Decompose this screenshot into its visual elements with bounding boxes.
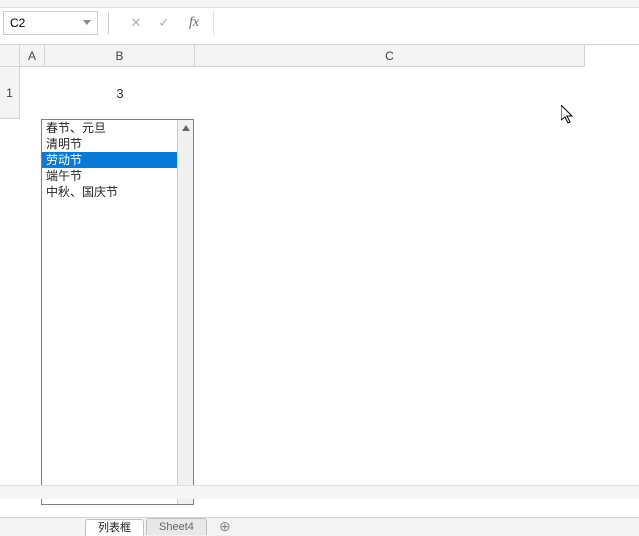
divider	[108, 12, 109, 34]
ribbon-stub	[0, 0, 639, 8]
new-sheet-button[interactable]: ⊕	[215, 518, 235, 535]
cell-canvas[interactable]: 3 春节、元旦清明节劳动节端午节中秋、国庆节	[20, 67, 639, 517]
list-item[interactable]: 端午节	[42, 168, 177, 184]
column-headers: ABC	[20, 45, 585, 67]
cancel-icon[interactable]: ✕	[127, 14, 145, 32]
horizontal-scrollbar[interactable]	[0, 485, 639, 499]
list-item[interactable]: 清明节	[42, 136, 177, 152]
list-item[interactable]: 春节、元旦	[42, 120, 177, 136]
scroll-up-icon[interactable]	[178, 120, 194, 136]
name-box[interactable]: C2	[3, 11, 98, 35]
sheet-tabs: 列表框Sheet4 ⊕	[0, 517, 639, 535]
column-header[interactable]: A	[20, 45, 45, 67]
formula-input[interactable]	[213, 11, 639, 35]
sheet-tab[interactable]: 列表框	[85, 519, 144, 536]
row-header[interactable]: 1	[0, 67, 20, 119]
fx-icon[interactable]: fx	[183, 15, 205, 31]
formula-bar: C2 ✕ ✓ fx	[0, 8, 639, 38]
formula-bar-area: C2 ✕ ✓ fx	[0, 0, 639, 45]
listbox-items[interactable]: 春节、元旦清明节劳动节端午节中秋、国庆节	[42, 120, 177, 504]
listbox-scrollbar[interactable]	[177, 120, 193, 504]
formula-bar-buttons: ✕ ✓ fx	[119, 14, 213, 32]
grid-area: ABC 1 3 春节、元旦清明节劳动节端午节中秋、国庆节	[0, 45, 639, 517]
confirm-icon[interactable]: ✓	[155, 14, 173, 32]
column-header[interactable]: C	[195, 45, 585, 67]
list-item[interactable]: 劳动节	[42, 152, 177, 168]
list-item[interactable]: 中秋、国庆节	[42, 184, 177, 200]
cell-b1[interactable]: 3	[45, 67, 195, 119]
name-box-value: C2	[10, 16, 25, 30]
row-headers: 1	[0, 67, 20, 119]
chevron-down-icon[interactable]	[83, 19, 91, 27]
column-header[interactable]: B	[45, 45, 195, 67]
listbox-control[interactable]: 春节、元旦清明节劳动节端午节中秋、国庆节	[41, 119, 194, 505]
sheet-tab[interactable]: Sheet4	[146, 518, 207, 535]
select-all-corner[interactable]	[0, 45, 20, 67]
